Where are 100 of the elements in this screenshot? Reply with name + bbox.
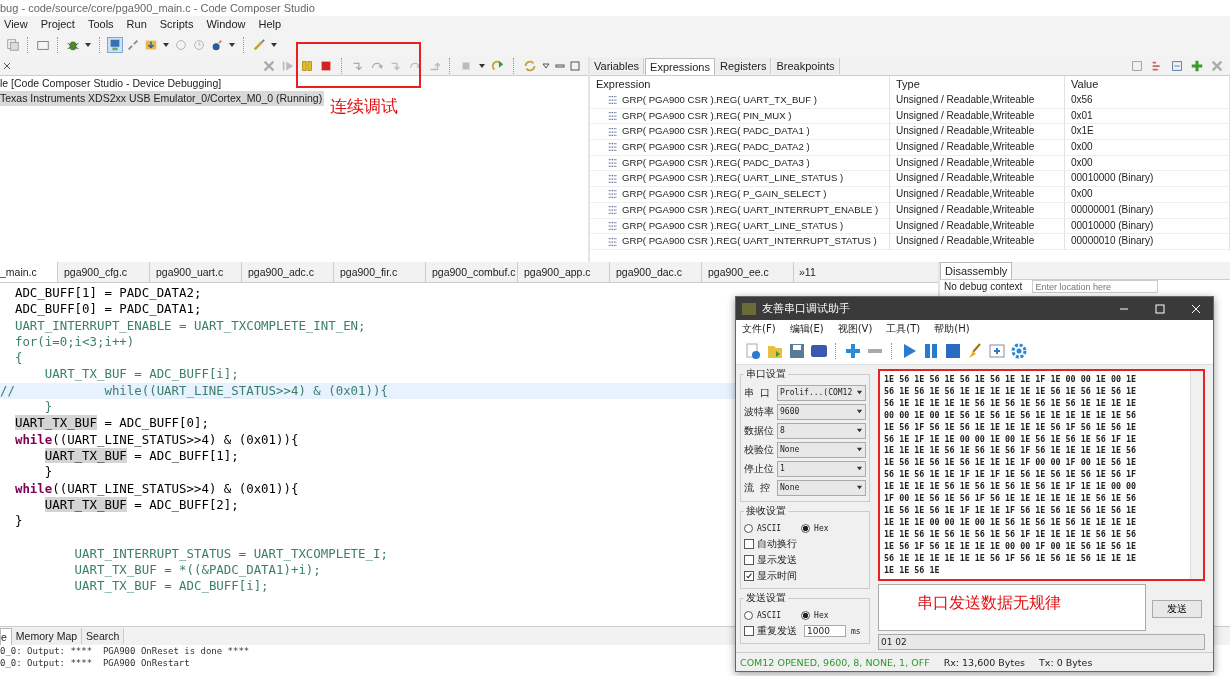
menu-item[interactable]: Run <box>126 18 147 30</box>
pause-icon[interactable] <box>922 342 940 360</box>
dropdown[interactable]: Prolif...(COM12 <box>777 384 866 401</box>
column-header[interactable]: Expression <box>590 76 890 93</box>
caret-icon[interactable] <box>856 389 863 396</box>
stop-icon[interactable] <box>319 59 333 73</box>
menu-item[interactable]: Scripts <box>159 18 194 30</box>
menu-item[interactable]: Project <box>40 18 75 30</box>
add-window-icon[interactable] <box>988 342 1006 360</box>
radio-button[interactable] <box>801 523 811 533</box>
view-tab[interactable]: Variables <box>590 58 645 74</box>
view-tab[interactable]: Breakpoints <box>772 58 840 74</box>
broom-icon[interactable] <box>966 342 984 360</box>
stop-icon[interactable] <box>944 342 962 360</box>
dropdown[interactable]: None <box>777 441 866 458</box>
dropdown[interactable]: 1 <box>777 460 866 477</box>
menu-item[interactable]: 工具(T) <box>886 322 921 336</box>
restart-icon[interactable] <box>491 59 505 73</box>
scrollbar[interactable] <box>1190 371 1203 580</box>
caret-icon[interactable] <box>228 40 236 49</box>
dropdown[interactable]: 9600 <box>777 403 866 420</box>
collapse-all-icon[interactable] <box>1170 59 1184 73</box>
view-tab[interactable]: Memory Map <box>11 628 83 644</box>
view-tab[interactable]: Disassembly <box>940 262 1013 279</box>
code-line: } <box>13 513 23 530</box>
maximize-icon[interactable] <box>570 61 580 71</box>
new-document-icon[interactable] <box>744 342 762 360</box>
rx-count: Rx: 13,600 Bytes <box>943 656 1025 668</box>
send-button[interactable]: 发送 <box>1152 600 1202 619</box>
caret-icon[interactable] <box>856 465 863 472</box>
field-label: 串 口 <box>744 385 772 400</box>
app-icon <box>742 302 756 315</box>
code-line: UART_TX_BUF = ADC_BUFF[0]; <box>13 415 209 432</box>
menu-item[interactable]: 文件(F) <box>742 322 776 336</box>
caret-icon[interactable] <box>162 40 170 49</box>
register-icon <box>608 189 618 200</box>
add-icon[interactable] <box>1190 59 1204 73</box>
pause-icon[interactable] <box>300 59 314 73</box>
checkbox[interactable] <box>744 571 754 581</box>
debug-view-icon[interactable] <box>108 37 122 52</box>
radio-label: ASCII <box>757 523 782 533</box>
more-tabs-button[interactable]: »11 <box>794 266 821 278</box>
menu-item[interactable]: 视图(V) <box>837 322 873 336</box>
checkbox[interactable] <box>744 626 754 636</box>
menu-item[interactable]: Window <box>206 18 246 30</box>
caret-icon[interactable] <box>478 62 486 70</box>
caret-icon[interactable] <box>84 40 92 49</box>
settings-icon[interactable] <box>1010 342 1028 360</box>
caret-icon[interactable] <box>270 40 278 49</box>
checkbox[interactable] <box>744 555 754 565</box>
view-tab[interactable]: Search <box>82 628 125 644</box>
file-tab[interactable]: pga900_adc.c <box>242 262 334 282</box>
connect-icon[interactable] <box>126 37 140 52</box>
file-tab[interactable]: pga900_dac.c <box>610 262 702 282</box>
file-tab[interactable]: pga900_ee.c <box>702 262 794 282</box>
menu-item[interactable]: 编辑(E) <box>789 322 824 336</box>
dropdown[interactable]: 8 <box>777 422 866 439</box>
view-tab[interactable]: Registers <box>715 58 772 74</box>
radio-label: ASCII <box>757 610 782 620</box>
interval-spinner[interactable]: 1000 <box>804 625 846 637</box>
table-cell: 00000010 (Binary) <box>1065 234 1230 250</box>
restart-icon[interactable] <box>192 37 206 52</box>
menu-item[interactable]: View <box>4 18 28 30</box>
column-header[interactable]: Value <box>1065 76 1230 93</box>
close-icon[interactable] <box>3 62 11 70</box>
radio-button[interactable] <box>801 610 811 620</box>
copy-icon[interactable] <box>6 37 20 52</box>
probe-icon[interactable] <box>210 37 224 52</box>
save-icon[interactable] <box>788 342 806 360</box>
menu-item[interactable]: Tools <box>87 18 114 30</box>
menu-item[interactable]: Help <box>258 18 282 30</box>
file-tab[interactable]: pga900_combuf.c <box>426 262 518 282</box>
caret-icon[interactable] <box>856 408 863 415</box>
caret-icon[interactable] <box>856 427 863 434</box>
view-tab[interactable]: Expressions <box>645 57 715 75</box>
dropdown[interactable]: None <box>777 479 866 496</box>
plus-icon[interactable] <box>844 342 862 360</box>
debug-tree-item[interactable]: le [Code Composer Studio - Device Debugging] <box>0 76 224 91</box>
debug-tree-item[interactable]: Texas Instruments XDS2xx USB Emulator_0/Cortex_M0_0 (Running) <box>0 91 325 106</box>
send-text-area[interactable]: 串口发送数据无规律 <box>878 584 1146 631</box>
view-tab[interactable]: e <box>0 627 12 645</box>
send-history-dropdown[interactable]: 01 02 <box>878 634 1205 650</box>
code-line: UART_TX_BUF = ADC_BUFF[1]; <box>43 447 239 465</box>
view-menu-icon[interactable] <box>542 62 550 70</box>
table-cell: 0x56 <box>1065 93 1230 109</box>
radio-button[interactable] <box>744 610 753 620</box>
file-tab[interactable]: pga900_uart.c <box>150 262 242 282</box>
file-tab[interactable]: pga900_app.c <box>518 262 610 282</box>
caret-icon[interactable] <box>856 446 863 453</box>
menu-item[interactable]: 帮助(H) <box>934 322 970 336</box>
column-header[interactable]: Type <box>890 76 1065 93</box>
table-cell: Unsigned / Readable,Writeable <box>890 187 1065 203</box>
file-tab[interactable]: _main.c <box>0 262 58 282</box>
radio-button[interactable] <box>744 523 753 533</box>
checkbox[interactable] <box>744 539 754 549</box>
file-tab[interactable]: pga900_fir.c <box>334 262 426 282</box>
location-field[interactable]: Enter location here <box>1032 280 1159 293</box>
caret-icon[interactable] <box>856 484 863 491</box>
minimize-icon[interactable] <box>555 61 565 71</box>
file-tab[interactable]: pga900_cfg.c <box>58 262 150 282</box>
